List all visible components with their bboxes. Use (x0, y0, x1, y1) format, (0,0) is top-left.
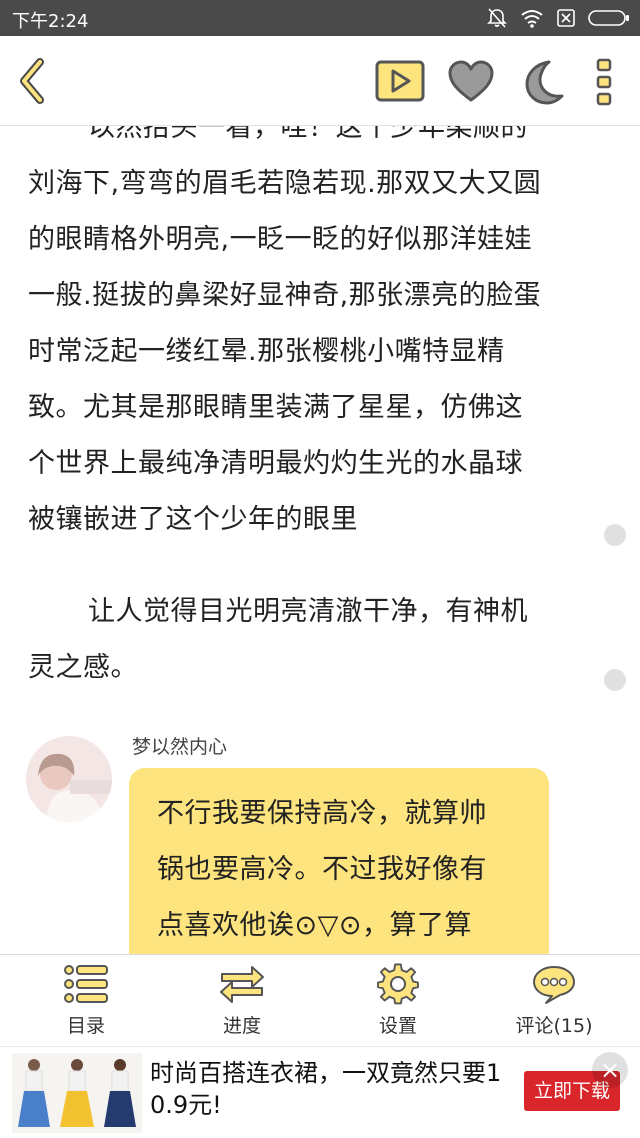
text-line: 个世界上最纯净清明最灼灼生光的水晶球 (28, 448, 523, 479)
chat-line: 点喜欢他诶⊙▽⊙，算了算 (157, 910, 473, 941)
text-line: 刘海下,弯弯的眉毛若隐若现.那双又大又圆 (28, 168, 542, 199)
comment-icon (533, 966, 575, 1004)
back-icon[interactable] (16, 58, 50, 104)
speaker-name: 梦以然内心 (132, 736, 228, 758)
bottom-menu: 目录 进度 设置 评论(15) (0, 954, 640, 1046)
sim-none-icon (557, 9, 575, 27)
paragraph-comment-dot[interactable] (604, 669, 626, 691)
night-mode-icon[interactable] (519, 58, 565, 106)
paragraph-1: 以然抬头一看，哇！这个少年柔顺的 刘海下,弯弯的眉毛若隐若现.那双又大又圆 的眼… (28, 126, 598, 548)
menu-label: 评论(15) (515, 1015, 593, 1037)
ad-line: 时尚百搭连衣裙，一双竟然只要1 (150, 1059, 502, 1087)
text-line: 让人觉得目光明亮清澈干净，有神机 (88, 596, 528, 627)
menu-label: 设置 (378, 1015, 417, 1037)
text-line: 灵之感。 (28, 652, 138, 683)
ad-line: 0.9元! (150, 1091, 222, 1119)
text-line: 以然抬头一看，哇！这个少年柔顺的 (88, 126, 528, 143)
settings-icon (377, 963, 419, 1005)
menu-comments-button[interactable]: 评论(15) (474, 955, 634, 1047)
menu-settings-button[interactable]: 设置 (318, 955, 478, 1047)
reader-content[interactable]: 以然抬头一看，哇！这个少年柔顺的 刘海下,弯弯的眉毛若隐若现.那双又大又圆 的眼… (0, 126, 640, 954)
text-line: 的眼睛格外明亮,一眨一眨的好似那洋娃娃 (28, 224, 533, 255)
menu-catalog-button[interactable]: 目录 (6, 955, 166, 1047)
status-bar: 下午2:24 (0, 0, 640, 36)
text-line: 致。尤其是那眼睛里装满了星星，仿佛这 (28, 392, 523, 423)
wifi-icon (521, 10, 543, 28)
paragraph-2: 让人觉得目光明亮清澈干净，有神机 灵之感。 (28, 584, 598, 696)
text-line: 一般.挺拔的鼻梁好显神奇,那张漂亮的脸蛋 (28, 280, 542, 311)
catalog-icon (64, 965, 108, 1003)
progress-icon (220, 966, 264, 1003)
reader-toolbar (0, 36, 640, 126)
status-time: 下午2:24 (12, 11, 89, 32)
bell-off-icon (487, 8, 507, 28)
ad-image[interactable] (12, 1053, 142, 1133)
avatar[interactable] (26, 736, 112, 822)
battery-icon (588, 10, 629, 26)
chat-line: 不行我要保持高冷，就算帅 (157, 798, 487, 829)
menu-label: 目录 (66, 1015, 105, 1037)
menu-label: 进度 (222, 1015, 261, 1037)
chat-line: 锅也要高冷。不过我好像有 (157, 854, 487, 885)
ad-close-button[interactable]: × (592, 1052, 628, 1088)
ad-text[interactable]: 时尚百搭连衣裙，一双竟然只要1 0.9元! (150, 1057, 510, 1121)
status-icons (486, 6, 630, 30)
text-line: 时常泛起一缕红晕.那张樱桃小嘴特显精 (28, 336, 505, 367)
menu-progress-button[interactable]: 进度 (162, 955, 322, 1047)
ad-banner[interactable]: 时尚百搭连衣裙，一双竟然只要1 0.9元! 立即下载 × (0, 1046, 640, 1138)
play-icon[interactable] (375, 60, 425, 102)
chat-bubble: 不行我要保持高冷，就算帅 锅也要高冷。不过我好像有 点喜欢他诶⊙▽⊙，算了算 (129, 768, 549, 954)
text-line: 被镶嵌进了这个少年的眼里 (28, 504, 358, 535)
heart-icon[interactable] (447, 60, 495, 104)
paragraph-comment-dot[interactable] (604, 524, 626, 546)
more-icon[interactable] (594, 58, 614, 106)
